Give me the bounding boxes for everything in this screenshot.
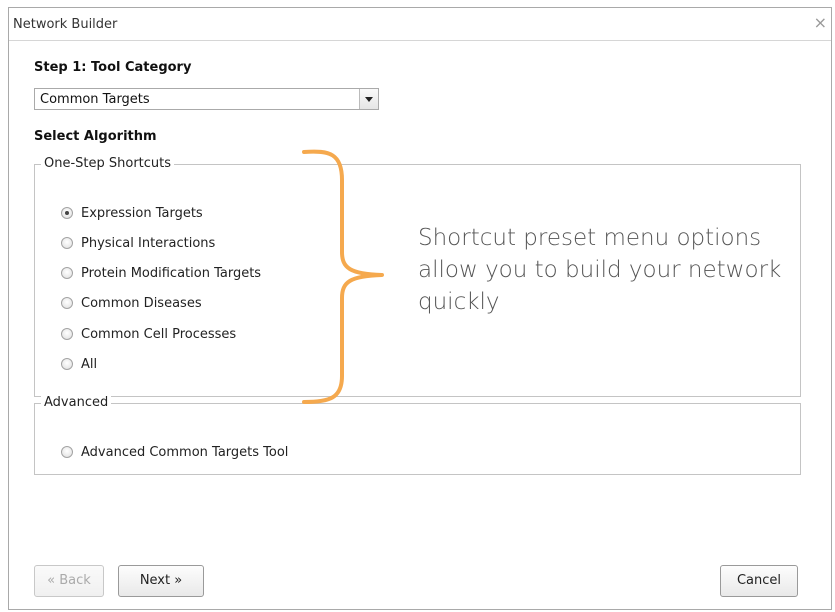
radio-button-icon[interactable] — [61, 267, 73, 279]
radio-label: Common Diseases — [81, 295, 202, 311]
radio-button-icon[interactable] — [61, 358, 73, 370]
cancel-button[interactable]: Cancel — [720, 565, 798, 597]
radio-label: Common Cell Processes — [81, 326, 237, 342]
tool-category-select[interactable]: Common Targets — [34, 88, 379, 110]
dropdown-button[interactable] — [359, 89, 378, 109]
advanced-group: Advanced Advanced Common Targets Tool — [34, 395, 801, 475]
step1-label: Step 1: Tool Category — [34, 60, 192, 75]
radio-common-diseases[interactable]: Common Diseases — [61, 294, 202, 312]
radio-button-icon[interactable] — [61, 297, 73, 309]
tool-category-value: Common Targets — [40, 92, 150, 107]
radio-button-icon[interactable] — [61, 237, 73, 249]
one-step-shortcuts-legend: One-Step Shortcuts — [41, 156, 175, 171]
select-algorithm-label: Select Algorithm — [34, 129, 157, 144]
next-button[interactable]: Next » — [118, 565, 204, 597]
close-icon[interactable]: × — [814, 14, 827, 32]
advanced-legend: Advanced — [41, 395, 112, 410]
radio-label: All — [81, 356, 98, 372]
radio-label: Protein Modification Targets — [81, 265, 262, 281]
annotation-text: Shortcut preset menu options allow you t… — [418, 225, 782, 315]
radio-physical-interactions[interactable]: Physical Interactions — [61, 234, 215, 252]
back-button[interactable]: « Back — [34, 565, 104, 597]
radio-common-cell-processes[interactable]: Common Cell Processes — [61, 325, 236, 343]
radio-button-icon[interactable] — [61, 207, 73, 219]
radio-label: Advanced Common Targets Tool — [81, 444, 289, 460]
title-bar: Network Builder × — [9, 8, 831, 41]
radio-expression-targets[interactable]: Expression Targets — [61, 204, 203, 222]
window-title: Network Builder — [13, 17, 118, 32]
radio-protein-modification-targets[interactable]: Protein Modification Targets — [61, 264, 261, 282]
radio-all[interactable]: All — [61, 355, 97, 373]
radio-advanced-common-targets-tool[interactable]: Advanced Common Targets Tool — [61, 443, 288, 461]
radio-button-icon[interactable] — [61, 446, 73, 458]
radio-button-icon[interactable] — [61, 328, 73, 340]
chevron-down-icon — [365, 97, 373, 102]
radio-label: Expression Targets — [81, 205, 203, 221]
radio-label: Physical Interactions — [81, 235, 216, 251]
curly-brace-annotation — [302, 149, 384, 404]
